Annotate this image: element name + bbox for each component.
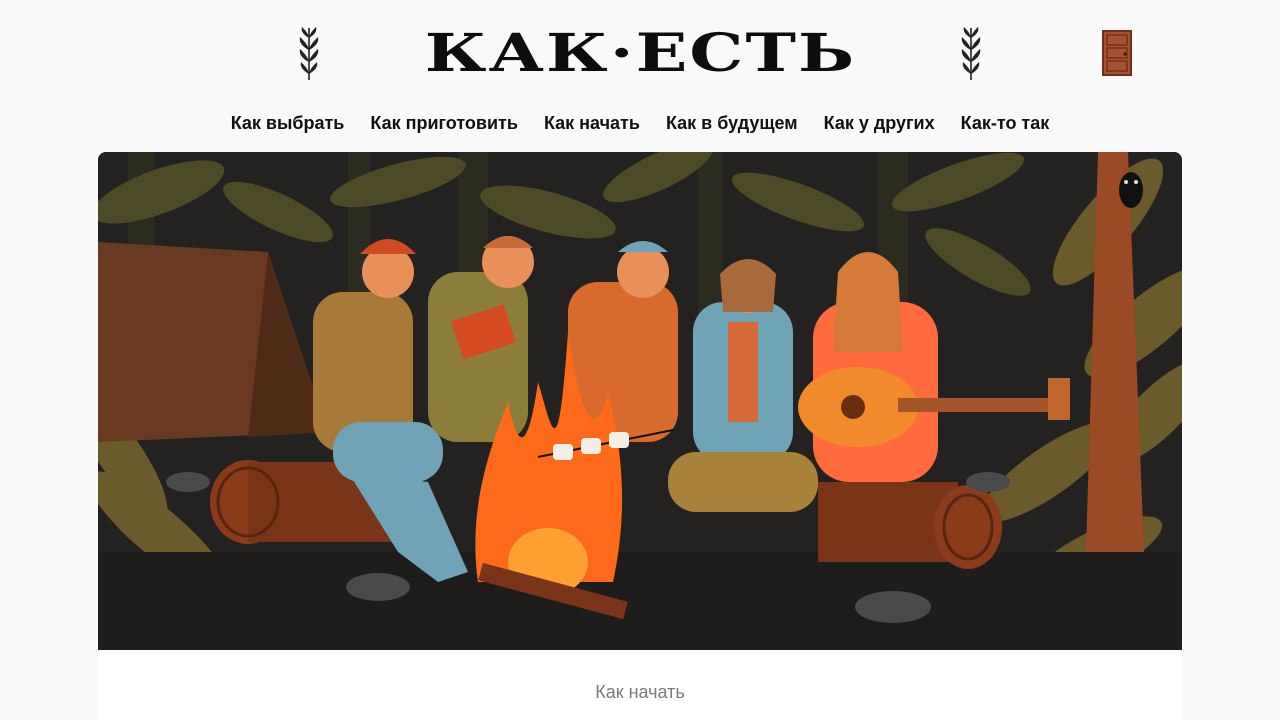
door-icon[interactable] <box>1102 30 1132 76</box>
nav-item-how-to-choose[interactable]: Как выбрать <box>231 110 345 138</box>
wheat-sprig-icon <box>961 27 981 80</box>
logo-text: КАК·ЕСТЬ <box>424 22 856 85</box>
nav-item-misc[interactable]: Как-то так <box>961 110 1050 138</box>
article-card: Как начать <box>98 650 1182 720</box>
nav-item-in-future[interactable]: Как в будущем <box>666 110 798 138</box>
nav-item-others[interactable]: Как у других <box>824 110 935 138</box>
nav-item-how-to-cook[interactable]: Как приготовить <box>370 110 518 138</box>
site-logo[interactable]: КАК·ЕСТЬ <box>290 18 990 90</box>
hero-image[interactable] <box>98 152 1182 650</box>
campfire-illustration <box>98 152 1182 650</box>
article-rubric[interactable]: Как начать <box>98 682 1182 703</box>
main-nav: Как выбрать Как приготовить Как начать К… <box>0 110 1280 138</box>
site-header: КАК·ЕСТЬ <box>0 0 1280 100</box>
nav-item-how-to-start[interactable]: Как начать <box>544 110 640 138</box>
